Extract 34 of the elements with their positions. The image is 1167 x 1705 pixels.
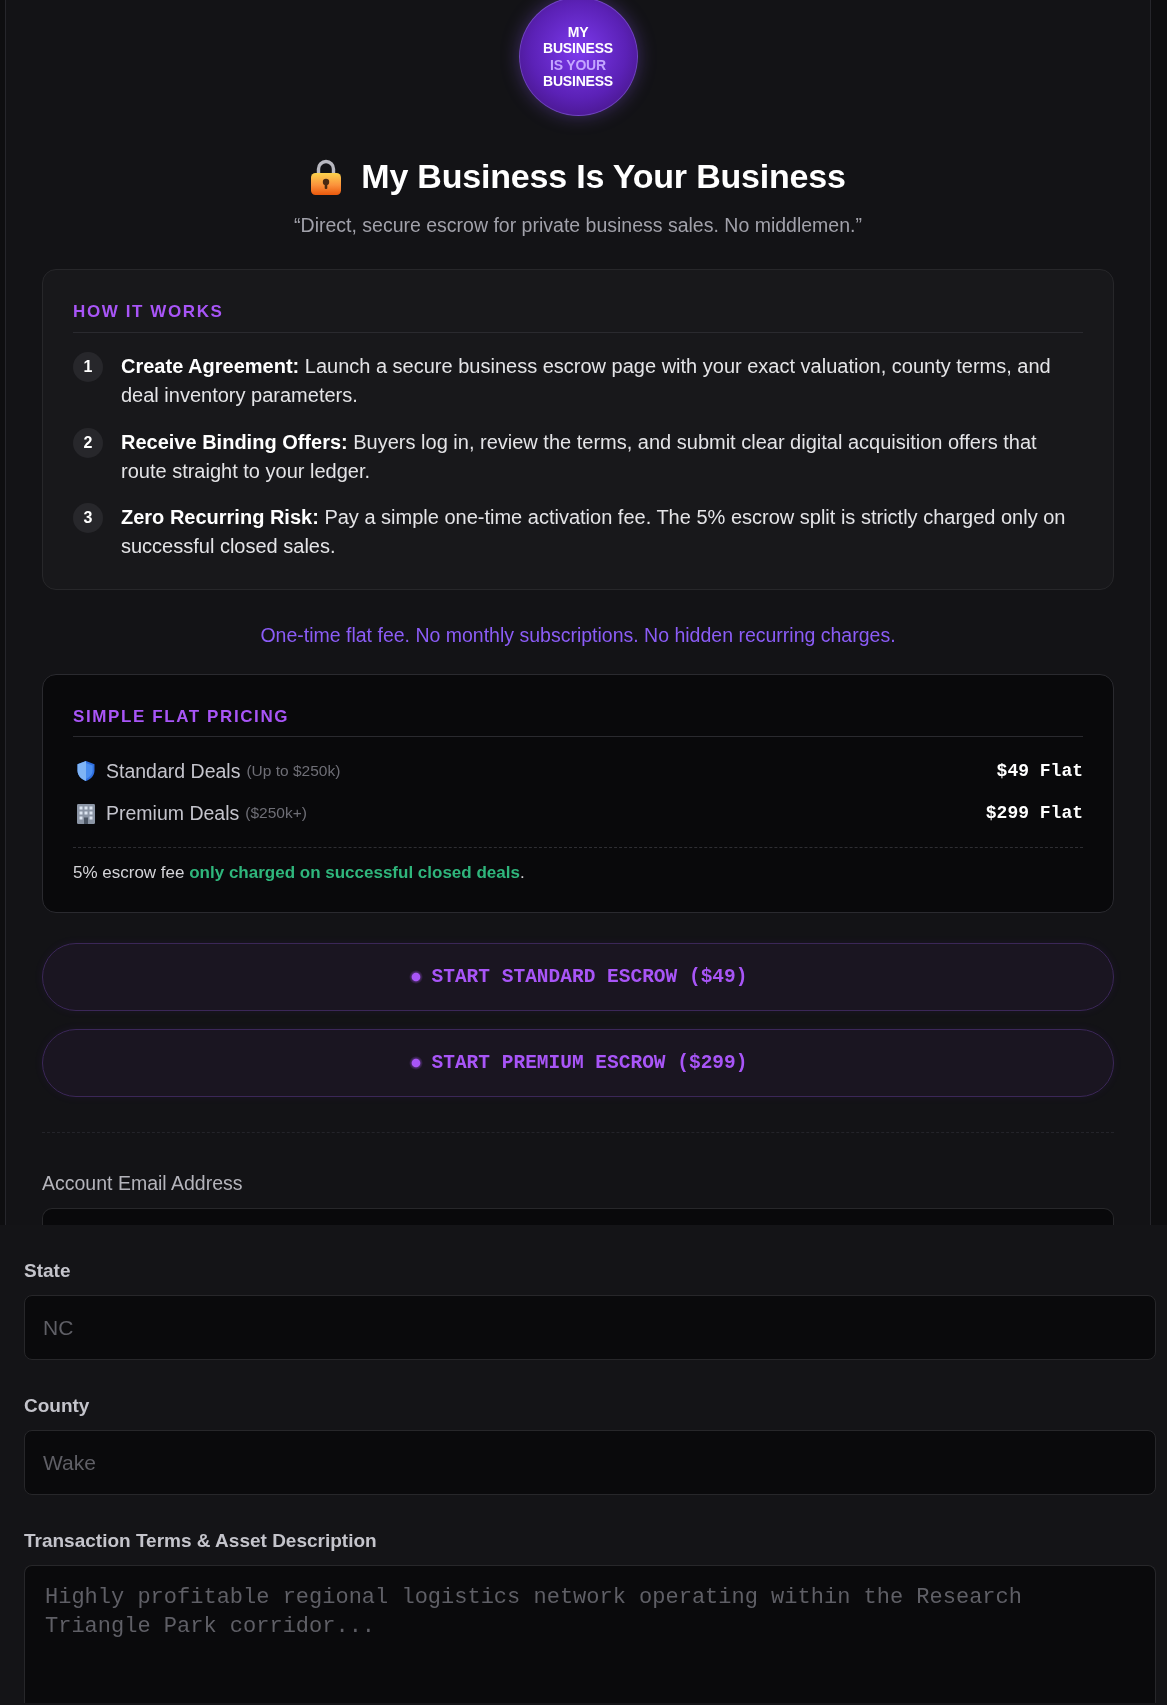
- section-heading: HOW IT WORKS: [73, 301, 224, 323]
- plan-name: Premium Deals: [106, 801, 240, 825]
- step-text: Receive Binding Offers: Buyers log in, review the terms, and submit clear digital acquisition offers that route straight to your ledger.: [121, 429, 1038, 484]
- start-escrow-button[interactable]: START STANDARD ESCROW ($49): [42, 943, 1114, 1011]
- dot-icon: [408, 970, 423, 984]
- email-input-field[interactable]: [42, 1208, 1114, 1225]
- step-text: Create Agreement: Launch a secure business escrow page with your exact valuation, county terms, and deal inventory parameters.: [121, 354, 1052, 408]
- padlock-icon: [310, 157, 343, 195]
- step-text: Zero Recurring Risk: Pay a simple one-time activation fee. The 5% escrow split is strictly charged only on successful closed sales.: [121, 505, 1067, 559]
- section-heading: SIMPLE FLAT PRICING: [73, 706, 290, 728]
- field-label: State: [24, 1259, 71, 1283]
- plan-price: $299 Flat: [985, 803, 1083, 823]
- plan-price: $49 Flat: [996, 761, 1083, 781]
- fee-notice: One-time flat fee. No monthly subscriptions. No hidden recurring charges.: [260, 623, 896, 648]
- building-icon: [76, 802, 96, 824]
- fee-footnote: 5% escrow fee only charged on successful closed deals.: [73, 862, 525, 884]
- page-title: My Business Is Your Business: [361, 156, 846, 196]
- step-number: 2: [73, 427, 103, 458]
- field-label: County: [24, 1394, 90, 1418]
- text-input-field[interactable]: NC: [24, 1295, 1156, 1360]
- start-escrow-button[interactable]: START PREMIUM ESCROW ($299): [42, 1029, 1114, 1097]
- description-textarea[interactable]: Highly profitable regional logistics network operating within the Research Triangle Park corridor...: [24, 1565, 1156, 1703]
- text-input-field[interactable]: Wake: [24, 1430, 1156, 1495]
- shield-icon: [76, 760, 96, 782]
- plan-range: ($250k+): [245, 804, 307, 822]
- field-label: Transaction Terms & Asset Description: [24, 1529, 377, 1553]
- step-number: 3: [73, 503, 103, 533]
- field-label: Account Email Address: [42, 1171, 243, 1196]
- step-number: 1: [73, 352, 103, 382]
- plan-range: (Up to $250k): [246, 762, 341, 780]
- logo-text: MY BUSINESS IS YOUR BUSINESS: [543, 23, 613, 90]
- dot-icon: [408, 1056, 423, 1070]
- plan-name: Standard Deals: [106, 759, 241, 783]
- tagline: “Direct, secure escrow for private business sales. No middlemen.”: [294, 213, 862, 238]
